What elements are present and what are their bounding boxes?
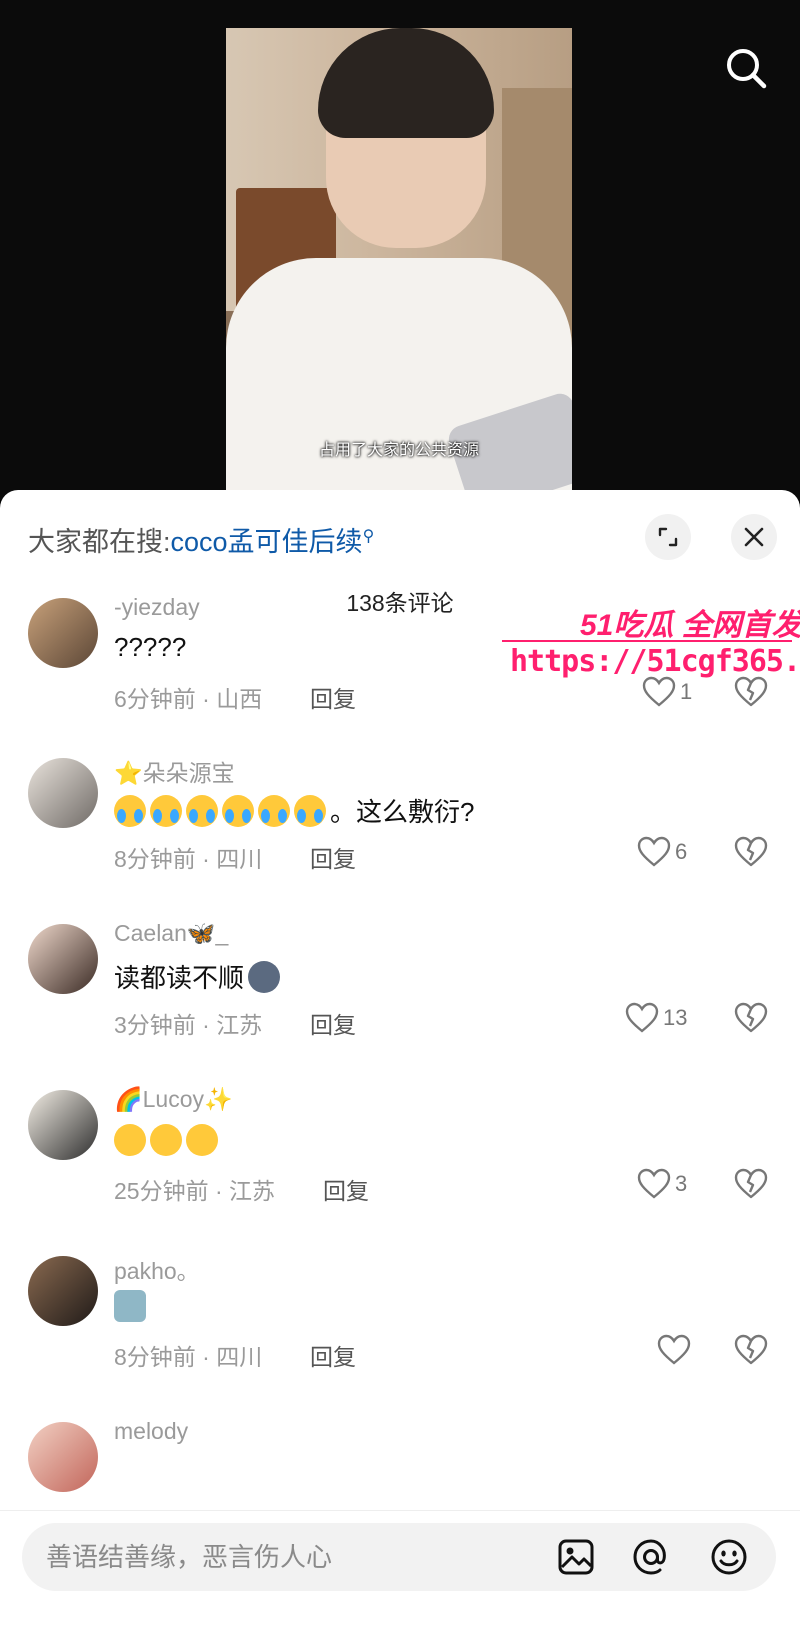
comment-meta: 8分钟前 · 四川 (114, 846, 263, 872)
avatar[interactable] (28, 924, 98, 994)
crying-emoji-icon (258, 795, 290, 827)
robot-emoji-icon (114, 1290, 146, 1322)
expand-button[interactable] (645, 514, 691, 560)
at-icon[interactable] (627, 1533, 675, 1581)
comment-meta: 25分钟前 · 江苏 (114, 1178, 276, 1204)
reply-button[interactable]: 回复 (310, 680, 356, 714)
like-button[interactable]: 13 (625, 1002, 687, 1034)
like-button[interactable]: 3 (637, 1168, 687, 1200)
crying-emoji-icon (114, 795, 146, 827)
comment-sheet: 大家都在搜:coco孟可佳后续⚲ 138条评论 -yiezday ????? 6… (0, 490, 800, 1631)
like-count: 6 (675, 839, 688, 864)
comment-region: 江苏 (216, 1012, 263, 1038)
comment-text: 读都读不顺 (114, 958, 284, 995)
comment-item: Caelan🦋_ 读都读不顺 3分钟前 · 江苏 回复 13 (0, 914, 800, 1074)
like-count: 3 (675, 1171, 688, 1196)
dislike-button[interactable] (734, 1334, 768, 1368)
heart-icon (637, 1168, 671, 1199)
comment-text-content: 读都读不顺 (114, 963, 245, 993)
pouting-emoji-icon (186, 1124, 218, 1156)
search-icon[interactable] (722, 44, 770, 92)
broken-heart-icon (734, 1168, 768, 1199)
trending-prefix: 大家都在搜: (28, 527, 171, 557)
comment-text: 。这么敷衍? (114, 792, 474, 829)
dark-moon-emoji-icon (248, 961, 281, 993)
dislike-button[interactable] (734, 1168, 768, 1202)
comment-username[interactable]: ⭐朵朵源宝 (114, 754, 235, 788)
watermark-divider (502, 640, 792, 642)
search-small-icon: ⚲ (362, 528, 375, 545)
comment-meta: 6分钟前 · 山西 (114, 686, 263, 712)
comment-username[interactable]: -yiezday (114, 594, 200, 621)
comment-item: pakho。 8分钟前 · 四川 回复 (0, 1246, 800, 1406)
comment-time: 6分钟前 (114, 686, 196, 712)
like-count: 13 (663, 1005, 688, 1030)
comment-region: 四川 (216, 846, 263, 872)
image-icon[interactable] (552, 1533, 600, 1581)
pouting-emoji-icon (114, 1124, 146, 1156)
avatar[interactable] (28, 598, 98, 668)
reply-button[interactable]: 回复 (310, 1006, 356, 1040)
comment-time: 8分钟前 (114, 846, 196, 872)
watermark: 51吃瓜 全网首发 https://51cgf365.com (500, 600, 800, 690)
broken-heart-icon (734, 1002, 768, 1033)
comment-time: 8分钟前 (114, 1344, 196, 1370)
heart-icon (637, 836, 671, 867)
comment-item: 🌈Lucoy✨ 25分钟前 · 江苏 回复 3 (0, 1080, 800, 1240)
comment-username[interactable]: melody (114, 1418, 188, 1445)
broken-heart-icon (734, 1334, 768, 1365)
crying-emoji-icon (294, 795, 326, 827)
comment-time: 25分钟前 (114, 1178, 209, 1204)
watermark-url: https://51cgf365.com (510, 644, 800, 679)
dislike-button[interactable] (734, 836, 768, 870)
comment-text (114, 1290, 150, 1323)
comment-text-content: 。这么敷衍? (330, 797, 475, 827)
like-button[interactable] (657, 1334, 691, 1366)
emoji-icon[interactable] (705, 1533, 753, 1581)
comment-username[interactable]: pakho。 (114, 1252, 200, 1286)
avatar[interactable] (28, 1256, 98, 1326)
reply-button[interactable]: 回复 (310, 1338, 356, 1372)
comment-region: 四川 (216, 1344, 263, 1370)
like-button[interactable]: 6 (637, 836, 687, 868)
reply-button[interactable]: 回复 (310, 840, 356, 874)
reply-button[interactable]: 回复 (323, 1172, 369, 1206)
crying-emoji-icon (222, 795, 254, 827)
comment-username[interactable]: 🌈Lucoy✨ (114, 1086, 233, 1113)
avatar[interactable] (28, 1422, 98, 1492)
avatar[interactable] (28, 1090, 98, 1160)
comment-text (114, 1124, 222, 1157)
crying-emoji-icon (150, 795, 182, 827)
comment-text: ????? (114, 632, 187, 662)
crying-emoji-icon (186, 795, 218, 827)
comment-region: 江苏 (229, 1178, 276, 1204)
video-player[interactable]: 占用了大家的公共资源 (0, 0, 800, 500)
comment-meta: 8分钟前 · 四川 (114, 1344, 263, 1370)
pouting-emoji-icon (150, 1124, 182, 1156)
comment-meta: 3分钟前 · 江苏 (114, 1012, 263, 1038)
heart-icon (657, 1334, 691, 1365)
dislike-button[interactable] (734, 1002, 768, 1036)
trending-search[interactable]: 大家都在搜:coco孟可佳后续⚲ (28, 520, 374, 559)
comment-time: 3分钟前 (114, 1012, 196, 1038)
avatar[interactable] (28, 758, 98, 828)
watermark-brand: 51吃瓜 全网首发 (580, 609, 800, 642)
comment-input-bar (0, 1510, 800, 1631)
expand-icon (658, 527, 678, 547)
video-frame (226, 28, 572, 500)
comment-region: 山西 (216, 686, 263, 712)
broken-heart-icon (734, 836, 768, 867)
comment-username[interactable]: Caelan🦋_ (114, 920, 228, 947)
comment-item: ⭐朵朵源宝 。这么敷衍? 8分钟前 · 四川 回复 6 (0, 748, 800, 908)
trending-term[interactable]: coco孟可佳后续 (171, 527, 363, 557)
close-icon (744, 527, 764, 547)
close-button[interactable] (731, 514, 777, 560)
heart-icon (625, 1002, 659, 1033)
video-subtitle: 占用了大家的公共资源 (318, 442, 479, 459)
